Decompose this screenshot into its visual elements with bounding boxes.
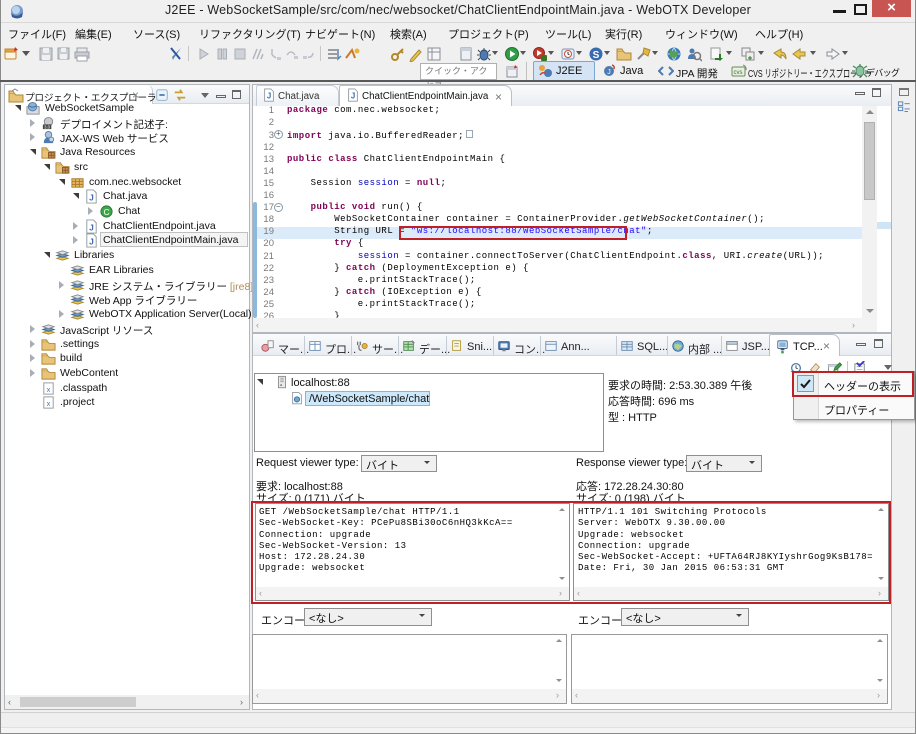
svg-text:3.0: 3.0 [44,124,51,129]
svg-text:J: J [607,69,611,76]
svg-text:x: x [46,399,50,408]
svg-text:J: J [90,222,95,232]
svg-text:cvs: cvs [734,70,743,76]
svg-text:J: J [90,237,95,247]
svg-text:J: J [351,92,355,101]
svg-text:J: J [90,193,95,203]
svg-text:x: x [46,384,50,393]
svg-text:S: S [593,50,600,61]
svg-text:C: C [103,207,109,217]
svg-text:J: J [267,92,271,101]
